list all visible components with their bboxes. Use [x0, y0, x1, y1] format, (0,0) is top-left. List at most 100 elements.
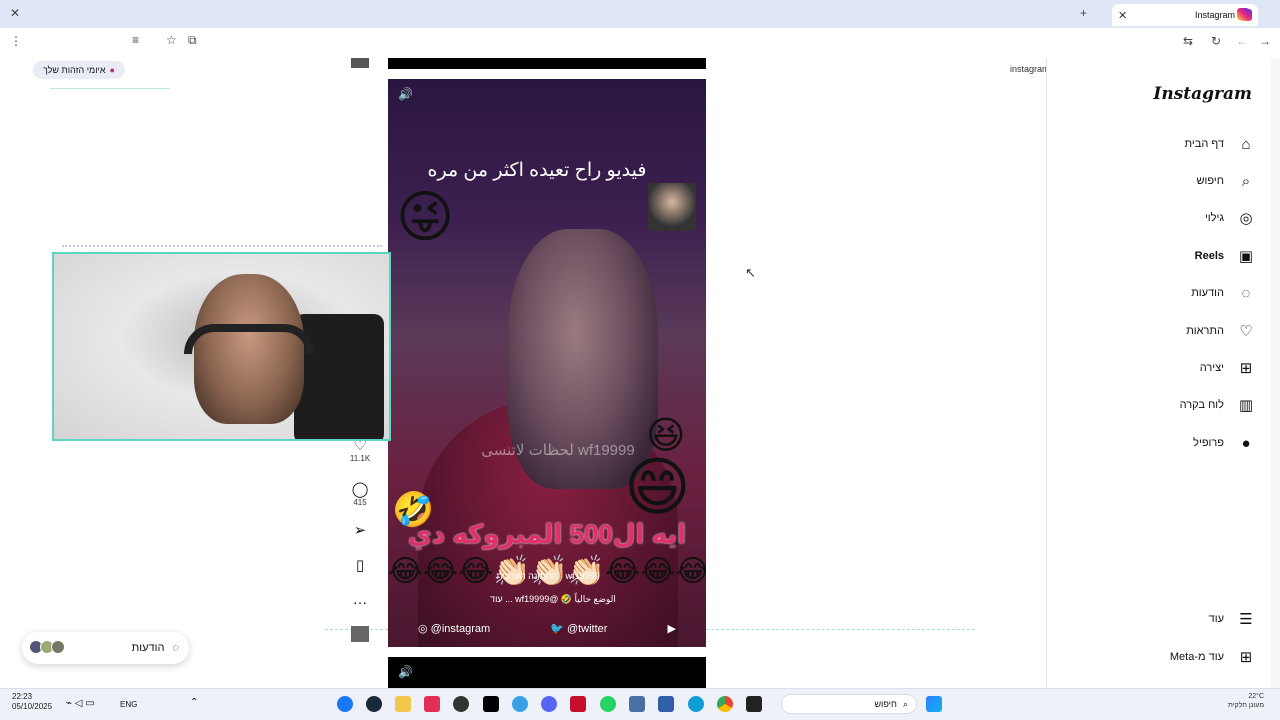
nav-more-from-meta[interactable]: ⊞ עוד מ-Meta [1170, 644, 1256, 670]
nav-label: גילוי [1204, 212, 1224, 224]
page-scrollbar[interactable] [1271, 58, 1280, 688]
nav-label: דף הבית [1184, 138, 1224, 150]
messenger-icon: ◌ [1241, 284, 1251, 302]
file-explorer-icon[interactable] [395, 696, 411, 712]
comment-icon: ◯ [351, 481, 369, 498]
webcam-overlay [52, 252, 391, 441]
creator-sticker-image [648, 183, 696, 231]
reel-video[interactable]: 🔊 فيديو راح تعيده اكثر من مره 😜 wf19999 … [388, 79, 706, 647]
search-placeholder: חיפוש [874, 699, 897, 709]
adobe-icon[interactable] [570, 696, 586, 712]
app-icon[interactable] [512, 696, 528, 712]
messages-pill[interactable]: ◌ הודעות [22, 632, 189, 664]
more-dots-icon: … [352, 591, 368, 608]
previous-reel-strip[interactable] [388, 58, 706, 69]
youtube-icon: ▶ [667, 622, 676, 635]
nav-item-profile-avatar[interactable]: ● פרופיל [1193, 430, 1256, 456]
reel-audio-label[interactable]: wf19999 · החתונה הערבית [408, 571, 688, 581]
steam-icon[interactable] [366, 696, 382, 712]
tab-title: Instagram [1194, 10, 1235, 20]
nav-label: התראות [1186, 325, 1224, 337]
screenshot-icon[interactable]: ⧉ [188, 33, 197, 48]
edge-icon[interactable] [688, 696, 704, 712]
menu-dots-icon[interactable]: ⋮ [10, 34, 22, 48]
calculator-icon[interactable] [629, 696, 645, 712]
tab-close-icon[interactable]: ✕ [1118, 9, 1127, 22]
save-button[interactable]: ▯ [348, 556, 372, 574]
nav-item-messenger[interactable]: ◌ הודעות [1191, 280, 1256, 306]
nav-item-home[interactable]: ⌂ דף הבית [1185, 131, 1256, 157]
message-avatars [29, 639, 65, 657]
privacy-chip-label: איומי הזהות שלך [43, 65, 106, 75]
windows-start-icon[interactable] [926, 696, 942, 712]
capcut-icon[interactable] [424, 696, 440, 712]
nav-label: הודעות [1191, 287, 1224, 299]
instagram-pinned-icon[interactable] [1237, 8, 1249, 20]
tune-icon[interactable]: ⇆ [1183, 34, 1193, 48]
terminal-icon[interactable] [746, 696, 762, 712]
weather-widget[interactable]: 22°C מעונן חלקית [1228, 692, 1264, 710]
social-handles-bar: ◎ @instagram 🐦 @twitter ▶ [388, 615, 706, 641]
grinning-emoji-icon: 😜 [396, 185, 455, 248]
laughing-emoji-icon: 😆 [646, 415, 686, 457]
instagram-logo[interactable]: Instagram [1153, 84, 1252, 104]
overlay-line [50, 88, 170, 89]
search-icon: ⌕ [1241, 172, 1251, 190]
tray-icons[interactable]: ⌁ ◁ ▭ [66, 698, 95, 709]
previous-reel-avatar[interactable] [348, 58, 372, 70]
chrome-icon[interactable] [717, 696, 733, 712]
nav-label: פרופיל [1193, 437, 1224, 449]
mute-toggle-icon[interactable]: 🔊 [398, 87, 416, 105]
facebook-icon[interactable] [337, 696, 353, 712]
search-icon: ⌕ [902, 698, 908, 709]
forward-icon[interactable]: ← [1236, 34, 1248, 48]
bookmark-star-icon[interactable]: ☆ [166, 33, 177, 47]
discord-icon[interactable] [541, 696, 557, 712]
taskbar-search[interactable]: חיפוש ⌕ [781, 694, 917, 714]
meta-grid-icon: ⊞ [1239, 649, 1253, 666]
tiktok-icon[interactable] [483, 696, 499, 712]
mouse-cursor-icon: ↖ [745, 265, 756, 280]
nav-label: יצירה [1199, 362, 1224, 374]
reel-description[interactable]: الوضع حالياً 🤣 @wf19999 ... עוד [408, 594, 698, 605]
new-tab-icon[interactable]: + [1080, 6, 1087, 20]
comment-button[interactable]: ◯ 415 [348, 480, 372, 507]
nav-item-reels[interactable]: ▣ Reels [1195, 243, 1256, 269]
avatar [51, 639, 65, 654]
reels-icon: ▣ [1238, 248, 1254, 265]
nav-label: Reels [1194, 250, 1224, 262]
home-icon: ⌂ [1241, 135, 1251, 153]
reload-icon[interactable]: ↻ [1211, 34, 1221, 48]
big-laughing-emoji-icon: 😄 [624, 451, 691, 523]
twitter-handle: 🐦 @twitter [550, 622, 608, 635]
comment-count: 415 [353, 498, 367, 507]
nav-item-plus[interactable]: ⊞ יצירה [1200, 355, 1256, 381]
language-indicator[interactable]: ENG [120, 700, 137, 709]
back-icon[interactable]: → [1259, 34, 1271, 48]
browser-title-bar: ✕ + Instagram ✕ [0, 0, 1280, 28]
gaming-chair [294, 314, 384, 439]
nav-item-search[interactable]: ⌕ חיפוש [1197, 168, 1256, 194]
nav-more[interactable]: ☰ עוד [1209, 606, 1256, 632]
plus-icon: ⊞ [1239, 360, 1253, 377]
browser-toolbar: ⋮ ● איומי הזהות שלך ≡ ☆ ⧉ instagram.com/… [0, 28, 1280, 79]
audio-thumbnail[interactable] [348, 626, 372, 644]
close-window-icon[interactable]: ✕ [10, 6, 20, 20]
next-reel-strip[interactable]: 🔊 [388, 657, 706, 688]
nav-item-dashboard[interactable]: ▥ לוח בקרה [1180, 392, 1256, 418]
nav-label: לוח בקרה [1179, 399, 1224, 411]
tray-chevron-icon[interactable]: ⌃ [190, 697, 198, 708]
obs-icon[interactable] [453, 696, 469, 712]
privacy-chip[interactable]: ● איומי הזהות שלך [33, 61, 125, 79]
store-icon[interactable] [658, 696, 674, 712]
more-options-button[interactable]: … [348, 591, 372, 608]
reading-list-icon[interactable]: ≡ [132, 33, 139, 47]
share-button[interactable]: ➢ [348, 521, 372, 539]
next-mute-icon[interactable]: 🔊 [398, 665, 413, 679]
whatsapp-icon[interactable] [600, 696, 616, 712]
nav-item-heart[interactable]: ♡ התראות [1186, 318, 1256, 344]
bookmark-icon: ▯ [355, 557, 365, 574]
nav-item-compass[interactable]: ◎ גילוי [1205, 205, 1256, 231]
nav-label: חיפוש [1196, 175, 1224, 187]
system-clock[interactable]: 22:23 05/10/2025 [12, 692, 52, 712]
